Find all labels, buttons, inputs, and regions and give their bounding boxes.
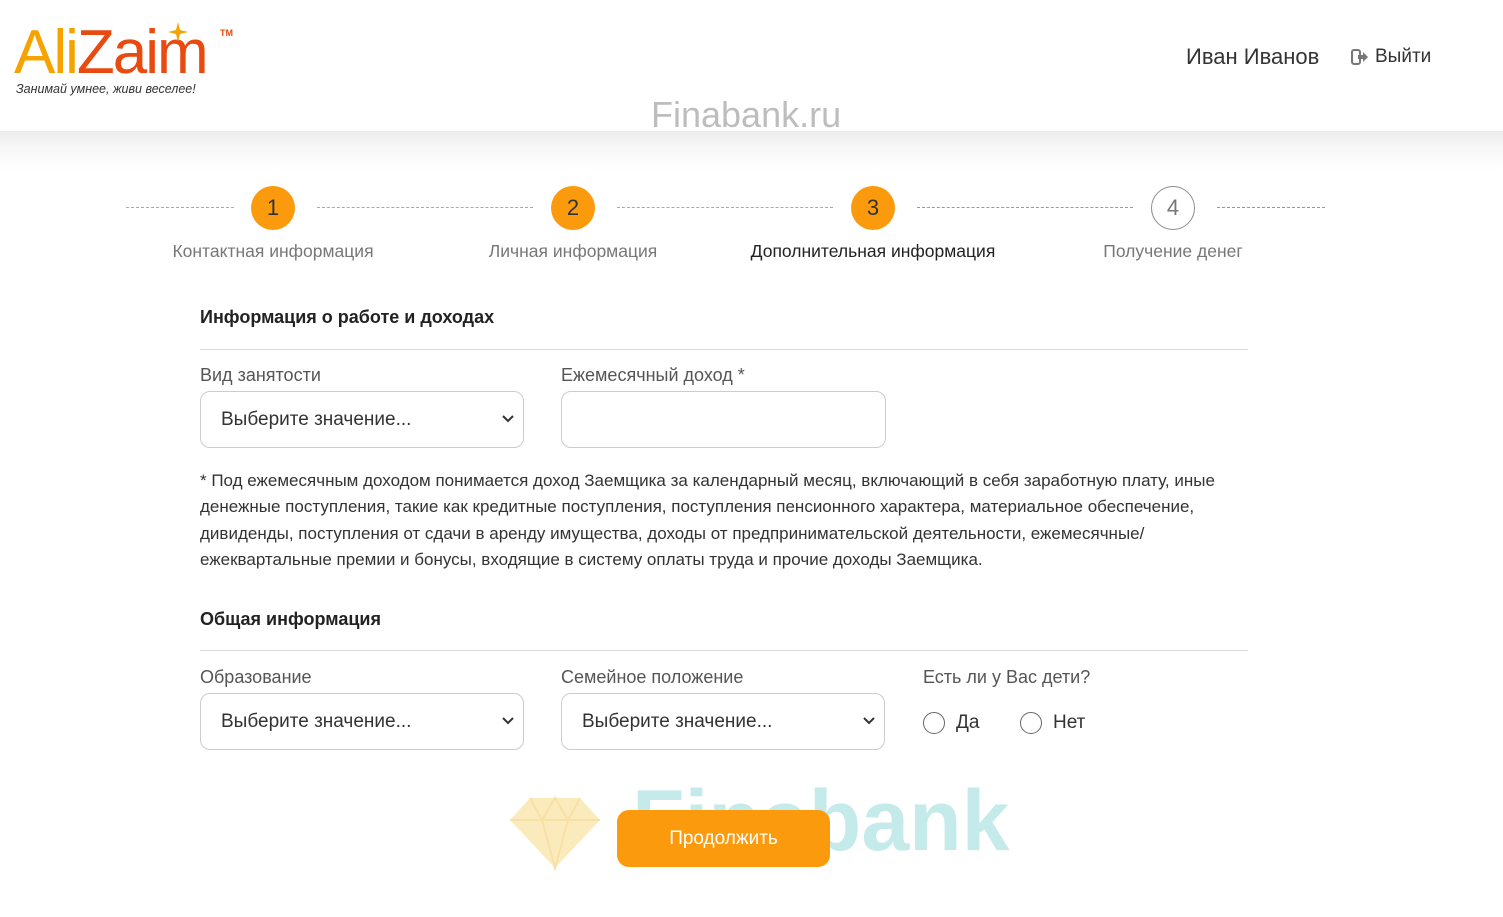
watermark-top: Finabank.ru — [651, 94, 842, 135]
progress-stepper: 1 2 3 4 Контактная информация Личная инф… — [0, 180, 1503, 280]
section-divider — [200, 650, 1248, 651]
education-select-value: Выберите значение... — [221, 711, 412, 732]
section-divider — [200, 349, 1248, 350]
header-shadow — [0, 131, 1503, 171]
employment-select[interactable]: Выберите значение... — [200, 391, 524, 448]
alizaim-logo[interactable]: AliZaim TM Занимай умнее, живи веселее! — [14, 22, 239, 100]
monthly-income-input[interactable] — [561, 391, 886, 448]
income-note: * Под ежемесячным доходом понимается дох… — [200, 471, 1215, 569]
marital-label: Семейное положение — [561, 667, 744, 687]
stepper-connector — [1217, 207, 1325, 208]
children-no-radio[interactable]: Нет — [1020, 712, 1085, 734]
general-section-title: Общая информация — [200, 609, 381, 629]
radio-circle[interactable] — [1020, 712, 1042, 734]
step-4-circle: 4 — [1151, 186, 1195, 230]
logout-link[interactable]: Выйти — [1351, 46, 1431, 68]
sign-out-icon — [1351, 49, 1368, 65]
chevron-down-icon — [502, 415, 514, 423]
step-3-label: Дополнительная информация — [750, 241, 996, 261]
stepper-connector — [317, 207, 533, 208]
step-4-label: Получение денег — [1103, 241, 1243, 261]
diamond-icon — [510, 796, 600, 872]
chevron-down-icon — [502, 717, 514, 725]
user-name: Иван Иванов — [1186, 44, 1320, 69]
marital-select-value: Выберите значение... — [582, 711, 773, 732]
children-no-label: Нет — [1053, 712, 1086, 733]
stepper-connector — [126, 207, 234, 208]
step-2-circle: 2 — [551, 186, 595, 230]
logout-label: Выйти — [1375, 46, 1432, 67]
trademark-mark: TM — [220, 28, 233, 38]
logo-slogan: Занимай умнее, живи веселее! — [16, 82, 196, 96]
work-section-title: Информация о работе и доходах — [200, 307, 495, 327]
children-yes-radio[interactable]: Да — [923, 712, 979, 734]
radio-circle[interactable] — [923, 712, 945, 734]
sparkle-icon — [168, 22, 188, 42]
step-1-label: Контактная информация — [172, 241, 374, 261]
education-select[interactable]: Выберите значение... — [200, 693, 524, 750]
children-label: Есть ли у Вас дети? — [923, 667, 1091, 687]
employment-select-value: Выберите значение... — [221, 409, 412, 430]
step-1-circle: 1 — [251, 186, 295, 230]
step-3-circle: 3 — [851, 186, 895, 230]
stepper-connector — [917, 207, 1133, 208]
logo-ali: Ali — [14, 18, 79, 87]
employment-label: Вид занятости — [200, 365, 321, 385]
stepper-connector — [617, 207, 833, 208]
education-label: Образование — [200, 667, 312, 687]
continue-button[interactable]: Продолжить — [617, 810, 830, 867]
step-2-label: Личная информация — [488, 241, 658, 261]
children-yes-label: Да — [956, 712, 980, 733]
chevron-down-icon — [863, 717, 875, 725]
income-label: Ежемесячный доход * — [561, 365, 745, 385]
marital-status-select[interactable]: Выберите значение... — [561, 693, 885, 750]
